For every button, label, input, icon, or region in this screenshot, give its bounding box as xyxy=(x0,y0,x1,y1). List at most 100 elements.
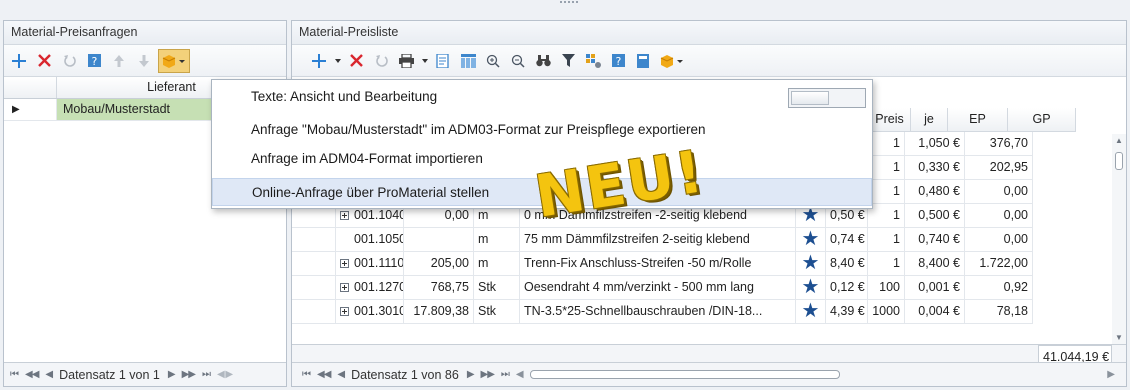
table-row[interactable]: 001.1110 205,00 m Trenn-Fix Anschluss-Strei… xyxy=(292,252,1033,276)
scroll-left-icon[interactable]: ◀ ▶ xyxy=(217,369,233,380)
unit-cell[interactable]: m xyxy=(474,252,520,276)
per-cell[interactable]: 1 xyxy=(868,156,905,180)
scroll-thumb[interactable] xyxy=(1115,152,1123,170)
arrow-down-icon[interactable] xyxy=(133,49,155,73)
position-number-cell[interactable]: 001.1270 xyxy=(336,276,404,300)
nav-prev-page-icon[interactable]: ◀◀ xyxy=(317,369,331,380)
add-dropdown-icon[interactable] xyxy=(333,49,343,73)
total-price-cell[interactable]: 1.722,00 xyxy=(965,252,1033,276)
total-price-cell[interactable]: 0,00 xyxy=(965,204,1033,228)
add-icon[interactable] xyxy=(308,49,330,73)
table-row[interactable]: 001.1050 m 75 mm Dämmfilzstreifen 2-seitig… xyxy=(292,228,1033,252)
zoom-in-icon[interactable] xyxy=(482,49,504,73)
print-dropdown-icon[interactable] xyxy=(420,49,430,73)
nav-prev-icon[interactable]: ◀ xyxy=(337,369,345,380)
help-icon[interactable]: ? xyxy=(607,49,629,73)
undo-icon[interactable] xyxy=(370,49,392,73)
total-price-cell[interactable]: 376,70 xyxy=(965,132,1033,156)
position-number-cell[interactable]: 001.1110 xyxy=(336,252,404,276)
unit-cell[interactable]: Stk xyxy=(474,300,520,324)
nav-prev-icon[interactable]: ◀ xyxy=(45,369,53,380)
per-cell[interactable]: 1 xyxy=(868,180,905,204)
print-icon[interactable] xyxy=(395,49,417,73)
unit-cell[interactable]: Stk xyxy=(474,276,520,300)
unit-price-cell[interactable]: 0,004 € xyxy=(905,300,965,324)
delete-icon[interactable] xyxy=(33,49,55,73)
description-cell[interactable]: Trenn-Fix Anschluss-Streifen -50 m/Rolle xyxy=(520,252,796,276)
delete-icon[interactable] xyxy=(345,49,367,73)
column-gp[interactable]: GP xyxy=(1008,108,1076,132)
report-icon[interactable] xyxy=(432,49,454,73)
unit-price-cell[interactable]: 0,330 € xyxy=(905,156,965,180)
splitter-grip[interactable] xyxy=(560,1,580,6)
columns-icon[interactable] xyxy=(457,49,479,73)
price-cell[interactable]: 0,74 € xyxy=(826,228,868,252)
nav-next-icon[interactable]: ▶ xyxy=(467,369,475,380)
position-number-cell[interactable]: 001.3010 xyxy=(336,300,404,324)
total-price-cell[interactable]: 78,18 xyxy=(965,300,1033,324)
price-cell[interactable]: 8,40 € xyxy=(826,252,868,276)
total-price-cell[interactable]: 0,00 xyxy=(965,180,1033,204)
price-cell[interactable]: 4,39 € xyxy=(826,300,868,324)
package-menu-icon[interactable] xyxy=(158,48,190,73)
quantity-cell[interactable]: 17.809,38 xyxy=(404,300,474,324)
package-menu-icon[interactable] xyxy=(657,49,687,73)
column-ep[interactable]: EP xyxy=(948,108,1008,132)
filter-icon[interactable] xyxy=(557,49,579,73)
nav-first-icon[interactable]: ⏮ xyxy=(10,369,19,380)
expand-icon[interactable] xyxy=(340,307,349,316)
menu-item-texte[interactable]: Texte: Ansicht und Bearbeitung xyxy=(212,83,872,111)
total-price-cell[interactable]: 0,00 xyxy=(965,228,1033,252)
expand-icon[interactable] xyxy=(340,283,349,292)
zoom-out-icon[interactable] xyxy=(507,49,529,73)
per-cell[interactable]: 1 xyxy=(868,252,905,276)
star-icon[interactable]: ★ xyxy=(796,300,826,324)
expand-icon[interactable] xyxy=(340,211,349,220)
position-number-cell[interactable]: 001.1050 xyxy=(336,228,404,252)
expand-icon[interactable] xyxy=(340,259,349,268)
star-icon[interactable]: ★ xyxy=(796,228,826,252)
nav-next-page-icon[interactable]: ▶▶ xyxy=(182,369,196,380)
quantity-cell[interactable] xyxy=(404,228,474,252)
unit-price-cell[interactable]: 0,500 € xyxy=(905,204,965,228)
scroll-up-icon[interactable]: ▲ xyxy=(1115,136,1123,145)
vertical-scrollbar[interactable]: ▲ ▼ xyxy=(1112,134,1126,344)
nav-first-icon[interactable]: ⏮ xyxy=(302,369,311,380)
scroll-down-icon[interactable]: ▼ xyxy=(1115,333,1123,342)
nav-last-icon[interactable]: ⏭ xyxy=(501,369,510,380)
per-cell[interactable]: 1000 xyxy=(868,300,905,324)
column-preis[interactable]: Preis xyxy=(869,108,911,132)
add-icon[interactable] xyxy=(8,49,30,73)
nav-prev-page-icon[interactable]: ◀◀ xyxy=(25,369,39,380)
nav-last-icon[interactable]: ⏭ xyxy=(202,369,211,380)
help-icon[interactable]: ? xyxy=(83,49,105,73)
undo-icon[interactable] xyxy=(58,49,80,73)
table-row[interactable]: 001.1270 768,75 Stk Oesendraht 4 mm/verzink… xyxy=(292,276,1033,300)
calculator-icon[interactable] xyxy=(632,49,654,73)
arrow-up-icon[interactable] xyxy=(108,49,130,73)
nav-next-page-icon[interactable]: ▶▶ xyxy=(481,369,495,380)
quantity-cell[interactable]: 205,00 xyxy=(404,252,474,276)
price-cell[interactable]: 0,12 € xyxy=(826,276,868,300)
texte-toggle-switch[interactable] xyxy=(788,88,866,108)
scroll-left-icon[interactable]: ◀ xyxy=(516,369,524,380)
unit-price-cell[interactable]: 0,001 € xyxy=(905,276,965,300)
nav-next-icon[interactable]: ▶ xyxy=(168,369,176,380)
unit-price-cell[interactable]: 8,400 € xyxy=(905,252,965,276)
unit-cell[interactable]: m xyxy=(474,228,520,252)
grid-settings-icon[interactable] xyxy=(582,49,604,73)
total-price-cell[interactable]: 202,95 xyxy=(965,156,1033,180)
description-cell[interactable]: TN-3.5*25-Schnellbauschrauben /DIN-18... xyxy=(520,300,796,324)
description-cell[interactable]: 75 mm Dämmfilzstreifen 2-seitig klebend xyxy=(520,228,796,252)
per-cell[interactable]: 1 xyxy=(868,228,905,252)
table-row[interactable]: 001.3010 17.809,38 Stk TN-3.5*25-Schnellbau… xyxy=(292,300,1033,324)
per-cell[interactable]: 1 xyxy=(868,132,905,156)
column-je[interactable]: je xyxy=(911,108,948,132)
per-cell[interactable]: 100 xyxy=(868,276,905,300)
menu-item-export-adm03[interactable]: Anfrage "Mobau/Musterstadt" im ADM03-For… xyxy=(212,116,872,144)
binoculars-icon[interactable] xyxy=(532,49,554,73)
description-cell[interactable]: Oesendraht 4 mm/verzinkt - 500 mm lang xyxy=(520,276,796,300)
star-icon[interactable]: ★ xyxy=(796,252,826,276)
star-icon[interactable]: ★ xyxy=(796,276,826,300)
per-cell[interactable]: 1 xyxy=(868,204,905,228)
